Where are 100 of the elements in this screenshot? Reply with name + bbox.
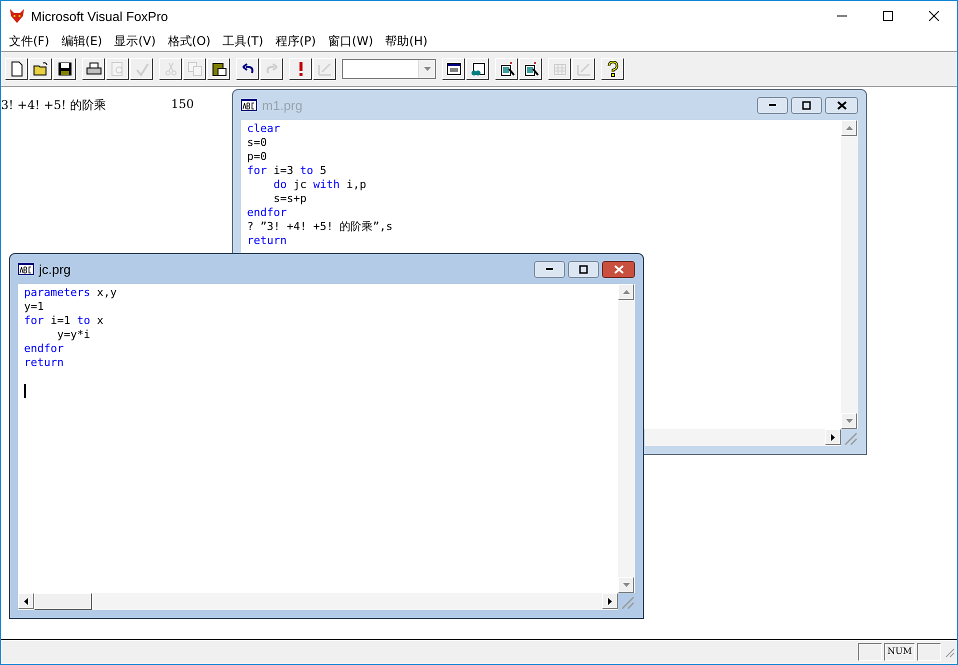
maximize-icon [579,264,588,274]
toolbar-button[interactable] [29,58,52,80]
menu-item[interactable]: 窗口(W) [322,32,380,50]
close-icon[interactable] [929,11,939,21]
resize-grip-icon[interactable] [943,646,955,658]
window-title: m1.prg [262,98,302,112]
close-button[interactable] [602,260,635,278]
code-token: i,p [345,178,366,191]
down-arrow-icon [846,419,852,423]
up-arrow-icon [622,290,630,294]
minimize-icon [546,268,553,270]
toolbar-button[interactable] [289,58,312,80]
vertical-scrollbar[interactable] [841,120,858,429]
window-title-bar[interactable]: jc.prg [18,254,635,284]
maximize-button[interactable] [791,96,822,114]
maximize-button[interactable] [568,260,599,278]
code-token: return [24,356,64,369]
right-arrow-icon [608,598,612,604]
toolbar-button[interactable] [106,58,129,80]
toolbar-button[interactable] [183,58,206,80]
menu-item[interactable]: 显示(V) [108,32,162,50]
code-token: p=0 [247,150,267,163]
close-icon [836,100,846,110]
output-text: 3! +4! +5! 的阶乘 [1,97,107,114]
code-token: return [247,234,287,247]
window-title: Microsoft Visual FoxPro [31,8,168,24]
toolbar-button[interactable] [5,58,28,80]
minimize-button[interactable] [757,96,788,114]
toolbar-button[interactable] [260,58,283,80]
toolbar-button[interactable] [159,58,182,80]
toolbar-button[interactable] [236,58,259,80]
scroll-up-button[interactable] [618,284,634,300]
close-button[interactable] [825,96,858,114]
code-token: ? ”3! +4! +5! 的阶乘”,s [247,220,393,233]
window-title: jc.prg [39,262,71,276]
scroll-down-button[interactable] [618,577,634,593]
maximize-icon[interactable] [883,11,893,21]
status-indicator: NUM [884,643,915,661]
horizontal-scrollbar[interactable] [645,429,841,446]
code-token: i=1 [49,314,72,327]
fox-icon [9,8,25,24]
code-token: x,y [96,286,117,299]
status-cell [917,643,941,661]
close-icon [614,264,624,274]
combo-box[interactable] [342,59,436,79]
toolbar-button[interactable] [548,58,571,80]
menu-item[interactable]: 帮助(H) [379,32,434,50]
scroll-left-button[interactable] [18,593,34,609]
code-token: endfor [24,342,64,355]
menu-item[interactable]: 程序(P) [269,32,322,50]
scroll-down-button[interactable] [841,413,857,429]
text-file-icon [241,99,257,111]
toolbar-button[interactable] [313,58,336,80]
status-cell [858,643,882,661]
down-arrow-icon [622,583,630,587]
toolbar-button[interactable] [207,58,230,80]
right-arrow-icon [831,434,835,440]
code-token: endfor [247,206,287,219]
toolbar-button[interactable] [601,58,624,80]
scroll-right-button[interactable] [825,429,841,445]
toolbar-button[interactable] [572,58,595,80]
up-arrow-icon [846,126,852,130]
output-value: 150 [171,97,194,113]
menu-item[interactable]: 工具(T) [216,32,270,50]
code-token: x [96,314,104,327]
code-token: s=0 [247,136,267,149]
code-token: do [272,178,287,191]
left-arrow-icon [24,598,28,604]
toolbar-button[interactable] [495,58,518,80]
menu-item[interactable]: 编辑(E) [55,32,108,50]
code-token: jc [292,178,308,191]
minimize-icon [769,104,776,106]
scroll-thumb[interactable] [34,593,92,610]
code-token: y=1 [24,300,44,313]
code-token: 5 [318,164,326,177]
code-token: to [77,314,90,327]
code-token: parameters [24,286,90,299]
toolbar-button[interactable] [466,58,489,80]
menu-item[interactable]: 文件(F) [3,32,56,50]
scroll-right-button[interactable] [602,593,618,609]
toolbar-button[interactable] [82,58,105,80]
vertical-scrollbar[interactable] [618,284,635,593]
code-token: clear [247,122,280,135]
code-token: to [300,164,314,177]
scroll-up-button[interactable] [841,120,857,136]
code-token: for [24,314,44,327]
maximize-icon [802,100,811,110]
code-token: for [247,164,267,177]
dropdown-button[interactable] [418,60,435,78]
toolbar-button[interactable] [442,58,465,80]
code-token: i=3 [272,164,294,177]
horizontal-scrollbar[interactable] [18,593,618,610]
menu-item[interactable]: 格式(O) [162,32,217,50]
toolbar-button[interactable] [130,58,153,80]
toolbar-button[interactable] [53,58,76,80]
code-token: s=s+p [272,192,307,205]
minimize-button[interactable] [534,260,565,278]
text-file-icon [18,263,34,275]
dropdown-arrow-icon [424,67,430,71]
toolbar-button[interactable] [519,58,542,80]
